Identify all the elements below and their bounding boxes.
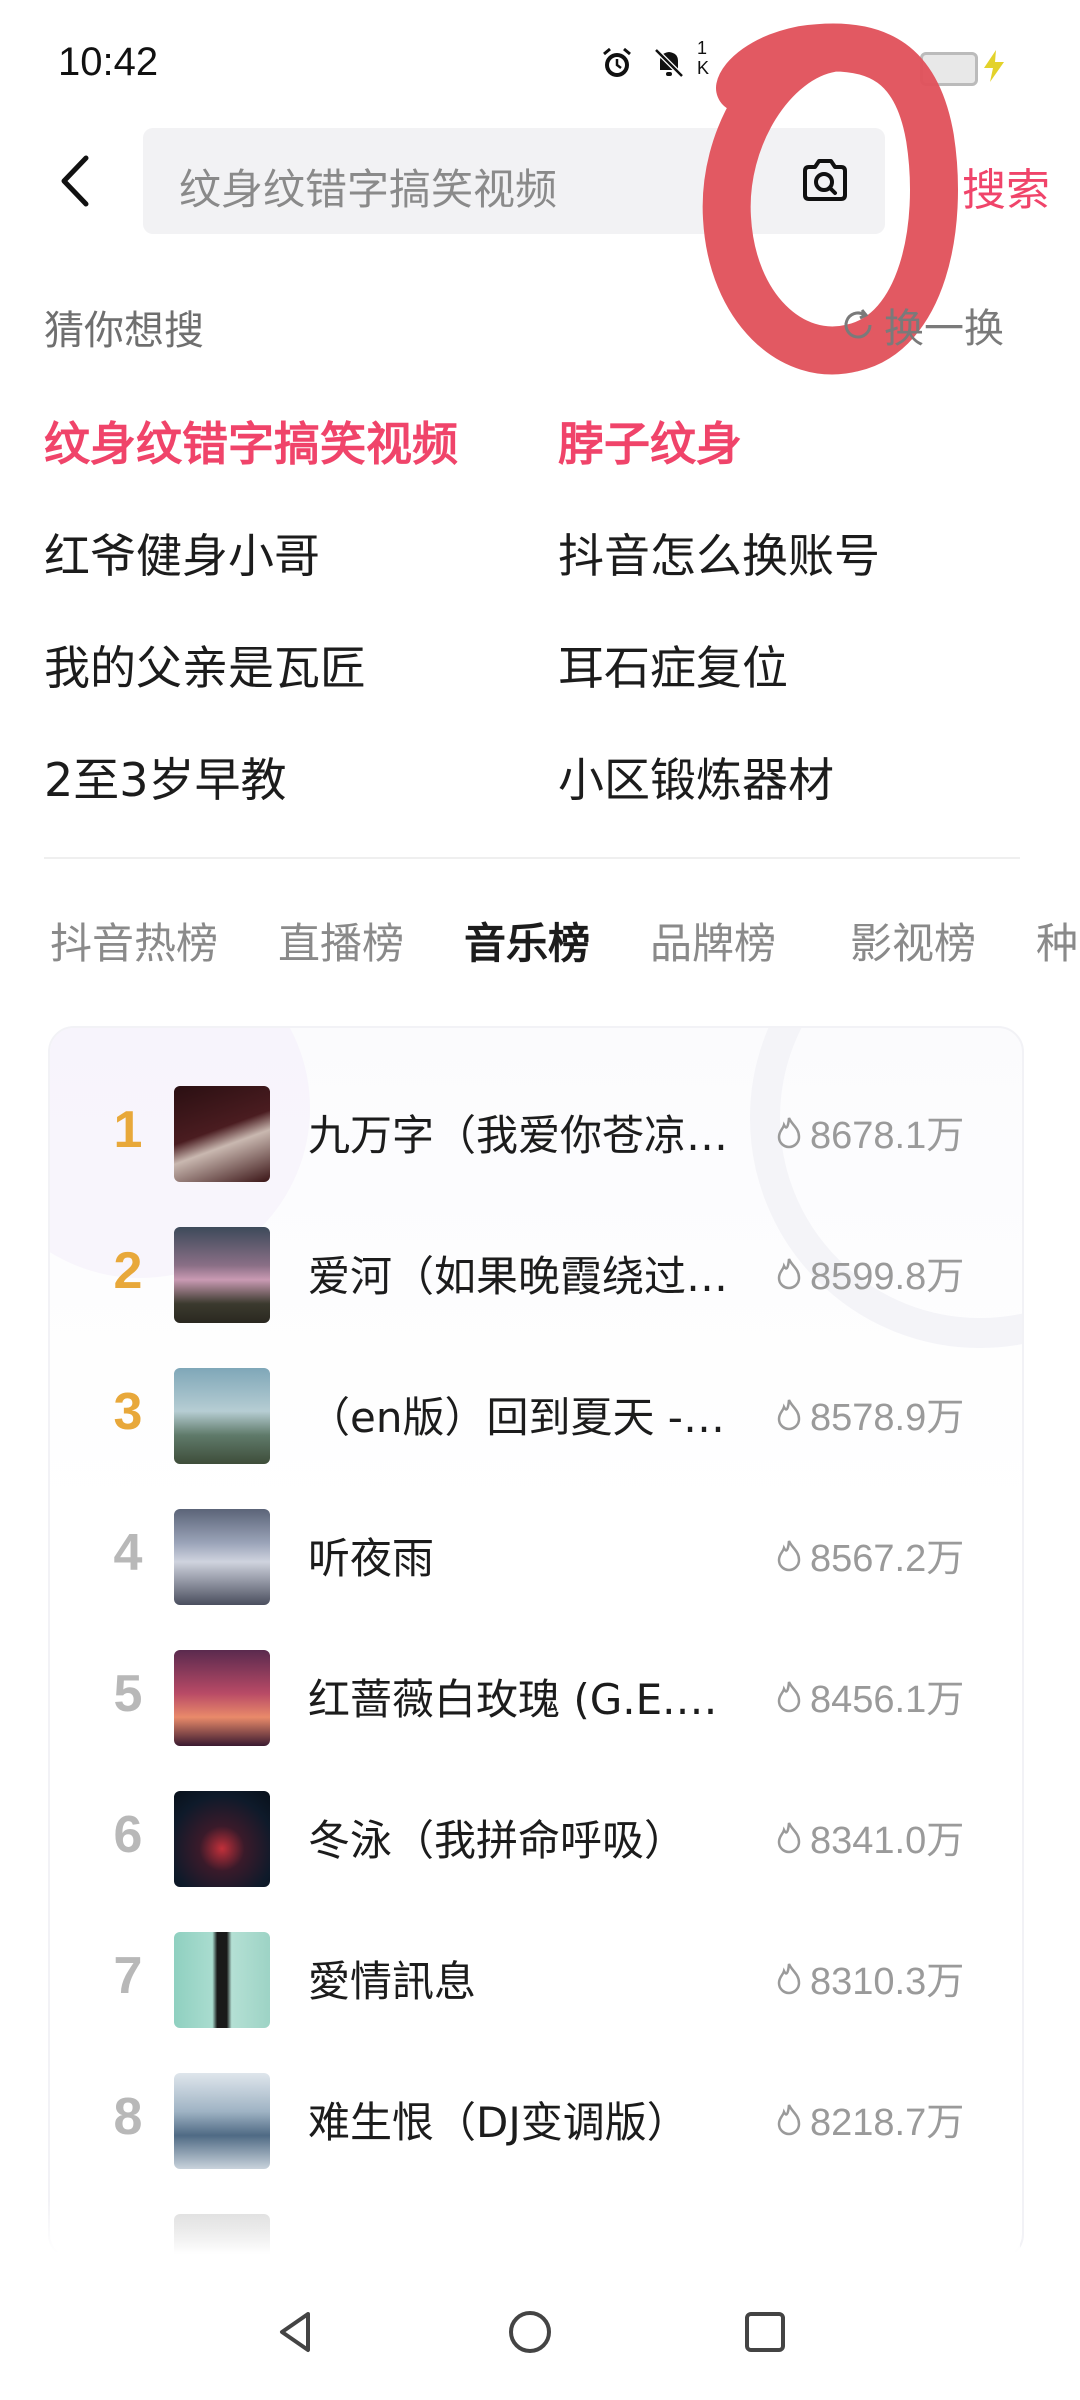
search-button[interactable]: 搜索: [940, 154, 1050, 218]
nav-back-icon[interactable]: [266, 2302, 326, 2362]
flame-icon: [777, 1257, 801, 1289]
heat-value: 8310.3万: [774, 1950, 964, 2005]
album-cover: [174, 1368, 270, 1464]
tab-film[interactable]: 影视榜: [850, 910, 976, 971]
heat-text: 8341.0万: [810, 1820, 965, 1862]
flame-icon: [777, 1962, 801, 1994]
suggestion-item[interactable]: 红爷健身小哥: [44, 520, 320, 586]
flame-icon: [777, 1680, 801, 1712]
album-cover: [174, 1086, 270, 1182]
status-bar: 10:42 1 K: [0, 0, 1080, 130]
heat-text: 8678.1万: [810, 1115, 965, 1157]
rank-number: 8: [113, 2088, 143, 2146]
tab-music[interactable]: 音乐榜: [464, 910, 590, 971]
music-chart-card: 1 九万字（我爱你苍凉… 8678.1万 2 爱河（如果晚霞绕过… 8599.8…: [48, 1026, 1024, 2260]
album-cover: [174, 2073, 270, 2169]
song-title: 难生恨（DJ变调版）: [308, 2098, 689, 2147]
chart-row[interactable]: 5 红蔷薇白玫瑰 (G.E.… 8456.1万: [50, 1634, 1022, 1754]
heat-value: 8341.0万: [774, 1809, 964, 1864]
suggestion-item[interactable]: 耳石症复位: [558, 632, 788, 698]
tab-douyin-hot[interactable]: 抖音热榜: [50, 910, 218, 971]
refresh-button[interactable]: 换一换: [840, 296, 1004, 354]
tab-more[interactable]: 种: [1036, 910, 1078, 971]
heat-text: 8578.9万: [810, 1397, 965, 1439]
system-nav-bar: [0, 2262, 1080, 2400]
chart-row[interactable]: 7 愛情訊息 8310.3万: [50, 1916, 1022, 2036]
rank-number: 6: [113, 1806, 143, 1864]
scroll-fade: [48, 2200, 1020, 2260]
flame-icon: [777, 1398, 801, 1430]
heat-value: 8456.1万: [774, 1668, 964, 1723]
search-placeholder: 纹身纹错字搞笑视频: [179, 165, 558, 214]
chart-row[interactable]: 3 （en版）回到夏天 -… 8578.9万: [50, 1352, 1022, 1472]
album-cover: [174, 1650, 270, 1746]
chart-row[interactable]: 8 难生恨（DJ变调版） 8218.7万: [50, 2057, 1022, 2177]
charging-icon: [984, 50, 1004, 82]
tab-live[interactable]: 直播榜: [278, 910, 404, 971]
rank-number: 4: [113, 1524, 143, 1582]
flame-icon: [777, 1539, 801, 1571]
search-input[interactable]: 纹身纹错字搞笑视频: [143, 128, 885, 234]
heat-text: 8567.2万: [810, 1538, 965, 1580]
alarm-icon: [603, 47, 631, 77]
tab-brand[interactable]: 品牌榜: [650, 910, 776, 971]
battery-icon: [920, 52, 978, 86]
flame-icon: [777, 2103, 801, 2135]
song-title: 九万字（我爱你苍凉…: [308, 1111, 729, 1160]
nav-home-icon[interactable]: [500, 2302, 560, 2362]
divider: [44, 857, 1020, 859]
heat-text: 8310.3万: [810, 1961, 965, 2003]
suggestion-item[interactable]: 我的父亲是瓦匠: [44, 632, 366, 698]
network-speed: 1 K: [697, 38, 709, 78]
heat-value: 8678.1万: [774, 1104, 964, 1159]
heat-text: 8218.7万: [810, 2102, 965, 2144]
song-title: （en版）回到夏天 -…: [308, 1393, 725, 1442]
suggestion-item[interactable]: 小区锻炼器材: [558, 744, 834, 810]
flame-icon: [777, 1116, 801, 1148]
search-row: 纹身纹错字搞笑视频 搜索: [0, 128, 1080, 238]
suggestion-item[interactable]: 脖子纹身: [558, 408, 742, 474]
status-time: 10:42: [58, 40, 159, 84]
flame-icon: [777, 1821, 801, 1853]
suggestion-item[interactable]: 2至3岁早教: [44, 744, 287, 810]
chart-row[interactable]: 2 爱河（如果晚霞绕过… 8599.8万: [50, 1211, 1022, 1331]
song-title: 愛情訊息: [308, 1957, 477, 2006]
network-speed-unit: K: [697, 58, 710, 78]
back-arrow-icon[interactable]: [44, 146, 114, 216]
heat-value: 8578.9万: [774, 1386, 964, 1441]
ranking-tabs: 抖音热榜 直播榜 音乐榜 品牌榜 影视榜 种: [0, 910, 1080, 980]
heat-value: 8567.2万: [774, 1527, 964, 1582]
song-title: 红蔷薇白玫瑰 (G.E.…: [308, 1675, 718, 1724]
camera-search-icon[interactable]: [795, 151, 855, 211]
mute-icon: [654, 48, 684, 78]
chart-row[interactable]: 1 九万字（我爱你苍凉… 8678.1万: [50, 1070, 1022, 1190]
chart-row[interactable]: 4 听夜雨 8567.2万: [50, 1493, 1022, 1613]
suggestion-item[interactable]: 纹身纹错字搞笑视频: [44, 408, 458, 474]
guess-heading: 猜你想搜: [44, 308, 204, 354]
rank-number: 7: [113, 1947, 143, 2005]
song-title: 听夜雨: [308, 1534, 435, 1583]
album-cover: [174, 1932, 270, 2028]
refresh-label: 换一换: [884, 306, 1004, 352]
heat-value: 8599.8万: [774, 1245, 964, 1300]
album-cover: [174, 1791, 270, 1887]
suggestion-item[interactable]: 抖音怎么换账号: [558, 520, 880, 586]
chart-row[interactable]: 6 冬泳（我拼命呼吸） 8341.0万: [50, 1775, 1022, 1895]
album-cover: [174, 1227, 270, 1323]
album-cover: [174, 1509, 270, 1605]
rank-number: 2: [113, 1242, 143, 1300]
rank-number: 3: [113, 1383, 143, 1441]
song-title: 爱河（如果晚霞绕过…: [308, 1252, 729, 1301]
network-speed-value: 1: [697, 38, 708, 58]
nav-recents-icon[interactable]: [735, 2302, 795, 2362]
song-title: 冬泳（我拼命呼吸）: [308, 1816, 687, 1865]
heat-text: 8599.8万: [810, 1256, 965, 1298]
rank-number: 5: [113, 1665, 143, 1723]
heat-text: 8456.1万: [810, 1679, 965, 1721]
heat-value: 8218.7万: [774, 2091, 964, 2146]
rank-number: 1: [113, 1101, 143, 1159]
status-icons: [600, 46, 686, 80]
refresh-icon: [844, 309, 872, 339]
